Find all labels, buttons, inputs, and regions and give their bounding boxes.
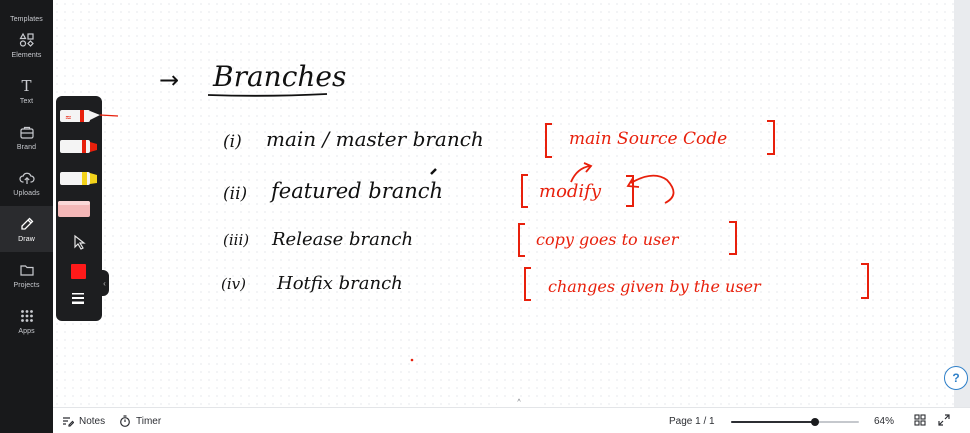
item-note: main Source Code [569, 129, 727, 149]
draw-tools-panel: ≈ [56, 96, 119, 321]
note-bracket-right [729, 221, 737, 255]
text-icon: T [21, 77, 32, 95]
draw-icon [18, 215, 36, 233]
select-tool[interactable] [74, 234, 86, 250]
elements-icon [18, 31, 36, 49]
sidebar-item-label: Apps [18, 328, 35, 335]
fullscreen-button[interactable] [938, 408, 950, 433]
eraser-tool[interactable] [58, 201, 90, 217]
help-icon: ? [952, 371, 960, 385]
note-loop-arrow [630, 174, 675, 204]
notes-button[interactable]: Notes [62, 408, 105, 433]
note-bracket-right [767, 120, 775, 155]
help-button[interactable]: ? [944, 366, 968, 390]
chevron-up-icon: ^ [517, 399, 521, 406]
chevron-left-icon: ‹ [103, 278, 106, 288]
grid-view-icon [914, 413, 926, 429]
fullscreen-icon [938, 413, 950, 429]
note-bracket-left [521, 174, 528, 208]
sidebar-item-text[interactable]: T Text [0, 68, 53, 114]
zoom-slider-fill [731, 421, 816, 423]
item-text: Release branch [271, 229, 413, 250]
note-bracket-right [861, 263, 869, 299]
color-swatch[interactable] [71, 264, 86, 279]
sidebar-item-apps[interactable]: Apps [0, 298, 53, 344]
title-underline [207, 93, 328, 97]
bottom-bar: Notes Timer Page 1 / 1 64% [53, 407, 970, 433]
apps-icon [18, 307, 36, 325]
zoom-slider-thumb[interactable] [811, 418, 820, 426]
sidebar-item-projects[interactable]: Projects [0, 252, 53, 298]
sidebar-item-label: Text [19, 98, 34, 105]
highlighter-tool[interactable] [60, 172, 97, 185]
sidebar-item-label: Brand [16, 144, 37, 151]
canva-editor: Templates Elements T Text Brand Uploads [0, 0, 970, 433]
page-label: Page 1 / 1 [669, 415, 715, 427]
zoom-level[interactable]: 64% [874, 408, 894, 433]
note-bracket-left [524, 267, 531, 301]
item-numeral: (iii) [223, 231, 249, 249]
canvas-scroll-gutter [954, 0, 970, 407]
grid-view-button[interactable] [914, 408, 926, 433]
projects-icon [18, 261, 36, 279]
stray-mark [430, 168, 437, 175]
sidebar-item-label: Projects [13, 282, 40, 289]
stroke-weight-menu-icon[interactable] [72, 293, 84, 304]
timer-label: Timer [136, 415, 162, 427]
stray-dot [410, 358, 414, 362]
heading-arrow: → [159, 66, 179, 94]
item-note: changes given by the user [548, 277, 762, 296]
sidebar-item-elements[interactable]: Elements [0, 22, 53, 68]
item-numeral: (ii) [223, 184, 247, 204]
templates-icon [18, 0, 36, 13]
note-bracket-left [545, 123, 552, 158]
item-text: main / master branch [266, 127, 484, 151]
zoom-slider[interactable] [731, 418, 859, 426]
page-indicator[interactable]: Page 1 / 1 [669, 408, 715, 433]
brand-icon [18, 123, 36, 141]
note-bracket-left [518, 223, 525, 257]
uploads-icon [18, 169, 36, 187]
whiteboard-canvas[interactable]: → Branches (i) main / master branch main… [53, 0, 954, 407]
sidebar-item-label: Draw [18, 236, 35, 243]
left-sidebar: Templates Elements T Text Brand Uploads [0, 0, 53, 433]
item-note: modify [539, 181, 602, 202]
item-numeral: (iv) [221, 275, 246, 293]
timer-button[interactable]: Timer [119, 408, 161, 433]
zoom-label: 64% [874, 415, 895, 427]
note-arrow-up [570, 165, 591, 183]
sidebar-item-brand[interactable]: Brand [0, 114, 53, 160]
notes-label: Notes [79, 415, 106, 427]
sidebar-item-draw[interactable]: Draw [0, 206, 53, 252]
sidebar-item-label: Uploads [13, 190, 40, 197]
sidebar-item-uploads[interactable]: Uploads [0, 160, 53, 206]
item-numeral: (i) [223, 132, 242, 152]
collapse-draw-panel-button[interactable]: ‹ [100, 270, 109, 296]
item-text: featured branch [269, 179, 443, 203]
notes-icon [62, 415, 74, 427]
pen-tool[interactable]: ≈ [60, 110, 119, 122]
heading-title: Branches [212, 60, 346, 93]
handwriting-layer: → Branches (i) main / master branch main… [159, 60, 869, 362]
sidebar-item-label: Elements [11, 52, 42, 59]
marker-tool[interactable] [60, 140, 97, 153]
timer-icon [119, 415, 131, 427]
item-note: copy goes to user [536, 230, 680, 249]
item-text: Hotfix branch [276, 273, 403, 294]
svg-text:≈: ≈ [65, 113, 72, 122]
